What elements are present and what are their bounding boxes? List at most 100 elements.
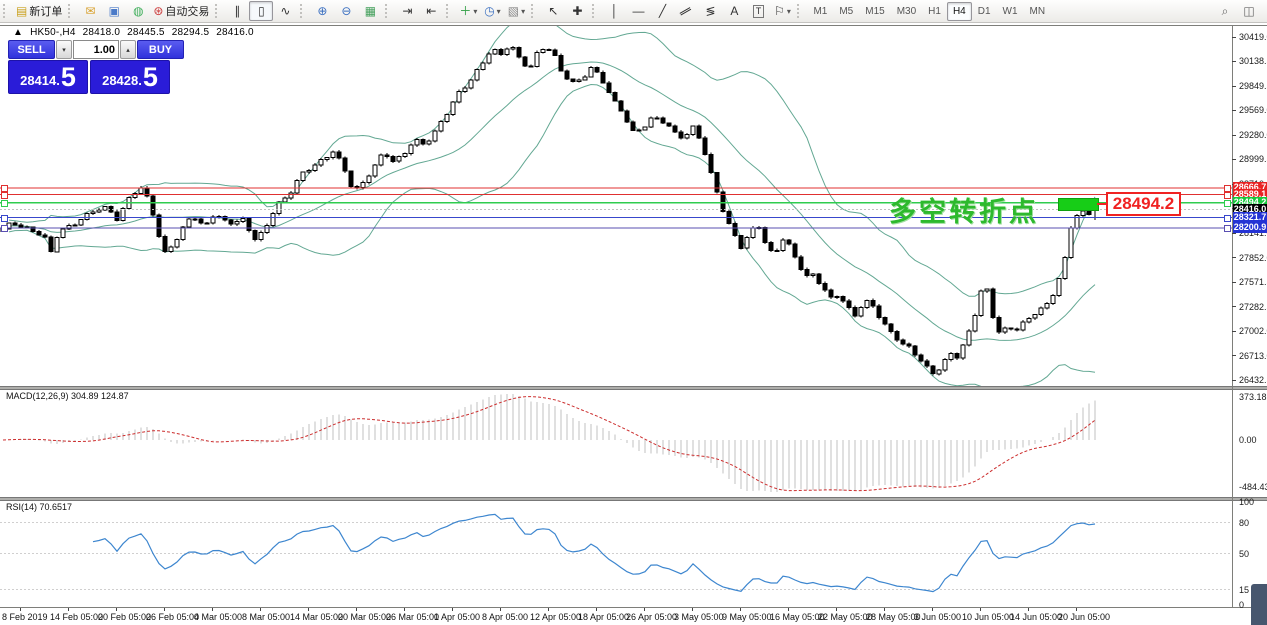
price-tick-label: 29569.0 (1239, 105, 1267, 115)
timeframe-m30[interactable]: M30 (891, 2, 922, 21)
macd-splitter[interactable] (0, 386, 1267, 390)
chart-ohlc-header: ▲ HK50-,H4 28418.0 28445.5 28294.5 28416… (13, 27, 258, 38)
volume-up-button[interactable]: ▴ (120, 40, 136, 59)
macd-pane (3, 394, 1095, 492)
arrows-button[interactable]: ⚐▾ (770, 1, 794, 21)
annotation-green-bar[interactable] (1058, 198, 1099, 211)
dropdown-caret-icon[interactable]: ▾ (497, 7, 501, 16)
axis-tick (1232, 86, 1236, 87)
cursor-icon[interactable]: ↖ (541, 1, 565, 21)
toolbar-grip (385, 4, 391, 18)
toolbar-grip (68, 4, 74, 18)
line-chart-icon[interactable]: ∿ (273, 1, 297, 21)
channel-icon[interactable]: ∥ (674, 1, 698, 21)
line-handle[interactable] (1224, 225, 1231, 232)
buy-button[interactable]: BUY (137, 40, 184, 59)
timeframe-m5[interactable]: M5 (833, 2, 859, 21)
auto-scroll-icon: ⇥ (402, 2, 412, 20)
toolbar-grip (300, 4, 306, 18)
history-icon[interactable]: ✉ (78, 1, 102, 21)
toolbar-grip (446, 4, 452, 18)
horizontal-line-icon[interactable]: ― (626, 1, 650, 21)
line-handle[interactable] (1, 215, 8, 222)
line-handle[interactable] (1, 225, 8, 232)
volume-down-button[interactable]: ▾ (56, 40, 72, 59)
dropdown-caret-icon[interactable]: ▾ (521, 7, 525, 16)
buy-price-pip: 5 (143, 64, 158, 91)
time-tick (1076, 608, 1077, 611)
line-handle[interactable] (1224, 192, 1231, 199)
indicators-button[interactable]: ＋▾ (456, 1, 480, 21)
time-label: 20 Feb 05:00 (98, 612, 151, 622)
text-icon[interactable]: A (722, 1, 746, 21)
new-order-button[interactable]: ▤新订单 (13, 1, 65, 21)
time-label: 22 May 05:00 (818, 612, 873, 622)
history-icon: ✉ (85, 2, 95, 20)
timeframe-mn[interactable]: MN (1024, 2, 1052, 21)
templates-button[interactable]: ▧▾ (504, 1, 528, 21)
signal-icon: ◍ (133, 2, 143, 20)
rsi-splitter[interactable] (0, 497, 1267, 501)
line-handle[interactable] (1, 200, 8, 207)
zoom-in-icon: ⊕ (317, 2, 327, 20)
autotrade-button[interactable]: ⊛自动交易 (150, 1, 212, 21)
macd-label: MACD(12,26,9) 304.89 124.87 (6, 391, 129, 401)
time-label: 14 Jun 05:00 (1010, 612, 1062, 622)
timeframe-h4[interactable]: H4 (947, 2, 972, 21)
volume-input[interactable] (73, 40, 119, 59)
toolbar-grip (3, 4, 9, 18)
line-handle[interactable] (1224, 215, 1231, 222)
timeframe-m15[interactable]: M15 (859, 2, 890, 21)
search-icon[interactable]: ⌕ (1213, 1, 1237, 21)
time-label: 8 Feb 2019 (2, 612, 48, 622)
signal-icon[interactable]: ◍ (126, 1, 150, 21)
time-tick (692, 608, 693, 611)
indicators-button: ＋ (459, 2, 471, 20)
fibonacci-icon[interactable]: ≶ (698, 1, 722, 21)
tile-windows-icon[interactable]: ▦ (358, 1, 382, 21)
dropdown-caret-icon[interactable]: ▾ (473, 7, 477, 16)
vertical-line-icon[interactable]: │ (602, 1, 626, 21)
bar-chart-icon[interactable]: ∥ (225, 1, 249, 21)
zoom-out-icon: ⊖ (341, 2, 351, 20)
price-tick-label: 28999.5 (1239, 154, 1267, 164)
annotation-text[interactable]: 多空转折点 (889, 190, 1039, 229)
buy-price-main: 28428. (102, 71, 142, 91)
crosshair-icon[interactable]: ✚ (565, 1, 589, 21)
timeframe-w1[interactable]: W1 (997, 2, 1024, 21)
annotation-price-box[interactable]: 28494.2 (1106, 192, 1181, 216)
templates-button: ▧ (508, 2, 519, 20)
line-handle[interactable] (1224, 200, 1231, 207)
spinner-up-icon: ▴ (126, 46, 130, 54)
periods-button[interactable]: ◷▾ (480, 1, 504, 21)
price-tick-label: 26432.5 (1239, 375, 1267, 385)
auto-scroll-icon[interactable]: ⇥ (395, 1, 419, 21)
sell-price[interactable]: 28414. 5 (8, 60, 88, 94)
macd-tick-label: 0.00 (1239, 435, 1267, 445)
zoom-out-icon[interactable]: ⊖ (334, 1, 358, 21)
window-icon[interactable]: ◫ (1237, 1, 1261, 21)
timeframe-m1[interactable]: M1 (807, 2, 833, 21)
trendline-icon[interactable]: ╱ (650, 1, 674, 21)
time-tick (452, 608, 453, 611)
market-watch-icon[interactable]: ▣ (102, 1, 126, 21)
time-tick (308, 608, 309, 611)
axis-tick (1232, 257, 1236, 258)
axis-tick (1232, 159, 1236, 160)
zoom-in-icon[interactable]: ⊕ (310, 1, 334, 21)
axis-tick (1232, 306, 1236, 307)
axis-tick (1232, 355, 1236, 356)
text-icon: A (730, 2, 738, 20)
chart-shift-icon[interactable]: ⇤ (419, 1, 443, 21)
dropdown-caret-icon[interactable]: ▾ (787, 7, 791, 16)
time-label: 10 Jun 05:00 (962, 612, 1014, 622)
timeframe-d1[interactable]: D1 (972, 2, 997, 21)
candlestick-chart-icon[interactable]: ▯ (249, 1, 273, 21)
label-icon[interactable]: T (746, 1, 770, 21)
collapse-triangle-icon[interactable]: ▲ (13, 27, 23, 38)
timeframe-h1[interactable]: H1 (922, 2, 947, 21)
buy-price[interactable]: 28428. 5 (90, 60, 170, 94)
line-handle[interactable] (1, 192, 8, 199)
axis-tick (1232, 380, 1236, 381)
sell-button[interactable]: SELL (8, 40, 55, 59)
